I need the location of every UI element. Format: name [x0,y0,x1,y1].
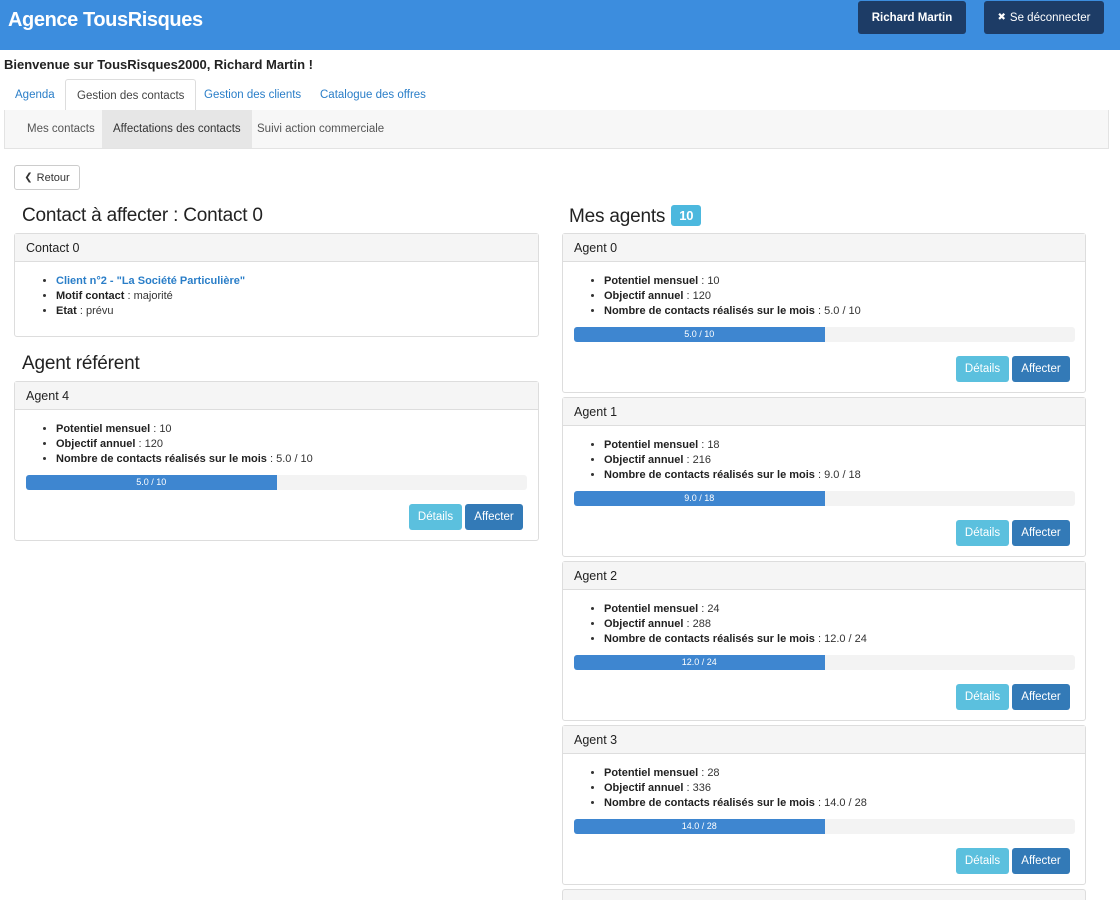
agent-panel-3: Agent 3 Potentiel mensuel : 28 Objectif … [562,725,1086,885]
agent-stats-list: Potentiel mensuel : 10 Objectif annuel :… [15,422,538,467]
progress-fill: 5.0 / 10 [26,475,277,490]
list-item: Etat : prévu [56,304,538,319]
subtab-suivi-action[interactable]: Suivi action commerciale [246,110,395,148]
list-item: Potentiel mensuel : 10 [56,422,538,437]
details-button[interactable]: Détails [956,684,1009,710]
progress-bar: 9.0 / 18 [574,491,1075,506]
details-button[interactable]: Détails [409,504,462,530]
list-item: Potentiel mensuel : 24 [604,602,1085,617]
agent-name: Agent 3 [563,726,1085,754]
agent-stats-list: Potentiel mensuel : 18 Objectif annuel :… [563,438,1085,483]
back-button[interactable]: ❮ Retour [14,165,80,190]
etat-label: Etat [56,305,77,317]
referent-agent-panel: Agent 4 Potentiel mensuel : 10 Objectif … [14,381,539,541]
list-item: Objectif annuel : 120 [56,437,538,452]
main-tabs: Agenda Gestion des contacts Gestion des … [4,79,1109,112]
list-item: Nombre de contacts réalisés sur le mois … [56,452,538,467]
agent-panel-0: Agent 0 Potentiel mensuel : 10 Objectif … [562,233,1086,393]
assign-button[interactable]: Affecter [1012,356,1070,382]
list-item: Objectif annuel : 216 [604,453,1085,468]
agent-stats-list: Potentiel mensuel : 28 Objectif annuel :… [563,766,1085,811]
details-button[interactable]: Détails [956,848,1009,874]
client-link[interactable]: Client n°2 - "La Société Particulière" [56,275,245,287]
list-item: Potentiel mensuel : 28 [604,766,1085,781]
top-navbar: Agence TousRisques Richard Martin ✖ Se d… [0,0,1120,50]
agents-section-title: Mes agents 10 [569,205,702,228]
progress-bar: 5.0 / 10 [26,475,527,490]
contact-panel: Contact 0 Client n°2 - "La Société Parti… [14,233,539,337]
list-item: Objectif annuel : 288 [604,617,1085,632]
progress-bar: 14.0 / 28 [574,819,1075,834]
tab-gestion-clients[interactable]: Gestion des clients [193,79,312,111]
progress-fill: 5.0 / 10 [574,327,825,342]
agent-stats-list: Potentiel mensuel : 10 Objectif annuel :… [563,274,1085,319]
list-item: Nombre de contacts réalisés sur le mois … [604,468,1085,483]
agent-panel-next [562,889,1086,900]
progress-bar: 12.0 / 24 [574,655,1075,670]
list-item: Nombre de contacts réalisés sur le mois … [604,632,1085,647]
referent-agent-name: Agent 4 [15,382,538,410]
agents-count-badge: 10 [671,205,702,226]
referent-section-title: Agent référent [22,353,140,374]
assign-button[interactable]: Affecter [1012,848,1070,874]
tab-catalogue-offres[interactable]: Catalogue des offres [309,79,437,111]
brand-title[interactable]: Agence TousRisques [8,9,203,32]
details-button[interactable]: Détails [956,356,1009,382]
tab-agenda[interactable]: Agenda [4,79,66,111]
list-item: Motif contact : majorité [56,289,538,304]
assign-button[interactable]: Affecter [1012,684,1070,710]
back-label: Retour [36,171,70,184]
motif-value: majorité [133,290,173,302]
assign-button[interactable]: Affecter [1012,520,1070,546]
motif-label: Motif contact [56,290,125,302]
list-item: Nombre de contacts réalisés sur le mois … [604,304,1085,319]
contact-section-title: Contact à affecter : Contact 0 [22,205,263,226]
progress-fill: 12.0 / 24 [574,655,825,670]
logout-label: Se déconnecter [1009,11,1091,24]
logout-button[interactable]: ✖ Se déconnecter [984,1,1104,34]
contact-details-list: Client n°2 - "La Société Particulière" M… [15,274,538,319]
etat-value: prévu [85,305,114,317]
agent-name: Agent 2 [563,562,1085,590]
progress-fill: 9.0 / 18 [574,491,825,506]
list-item: Client n°2 - "La Société Particulière" [56,274,538,289]
agent-panel-1: Agent 1 Potentiel mensuel : 18 Objectif … [562,397,1086,557]
subtab-mes-contacts[interactable]: Mes contacts [16,110,106,148]
details-button[interactable]: Détails [956,520,1009,546]
list-item: Objectif annuel : 336 [604,781,1085,796]
list-item: Objectif annuel : 120 [604,289,1085,304]
user-button[interactable]: Richard Martin [858,1,966,34]
tab-gestion-contacts[interactable]: Gestion des contacts [65,79,197,112]
list-item: Potentiel mensuel : 18 [604,438,1085,453]
progress-fill: 14.0 / 28 [574,819,825,834]
agent-name: Agent 0 [563,234,1085,262]
agent-name: Agent 1 [563,398,1085,426]
assign-button[interactable]: Affecter [465,504,523,530]
welcome-message: Bienvenue sur TousRisques2000, Richard M… [4,57,313,72]
agent-panel-2: Agent 2 Potentiel mensuel : 24 Objectif … [562,561,1086,721]
subtab-affectations[interactable]: Affectations des contacts [102,110,252,148]
progress-bar: 5.0 / 10 [574,327,1075,342]
agent-stats-list: Potentiel mensuel : 24 Objectif annuel :… [563,602,1085,647]
chevron-left-icon: ❮ [24,172,33,183]
contact-panel-title: Contact 0 [15,234,538,262]
sub-navigation: Mes contacts Affectations des contacts S… [4,110,1109,149]
close-icon: ✖ [997,12,1006,23]
list-item: Potentiel mensuel : 10 [604,274,1085,289]
list-item: Nombre de contacts réalisés sur le mois … [604,796,1085,811]
